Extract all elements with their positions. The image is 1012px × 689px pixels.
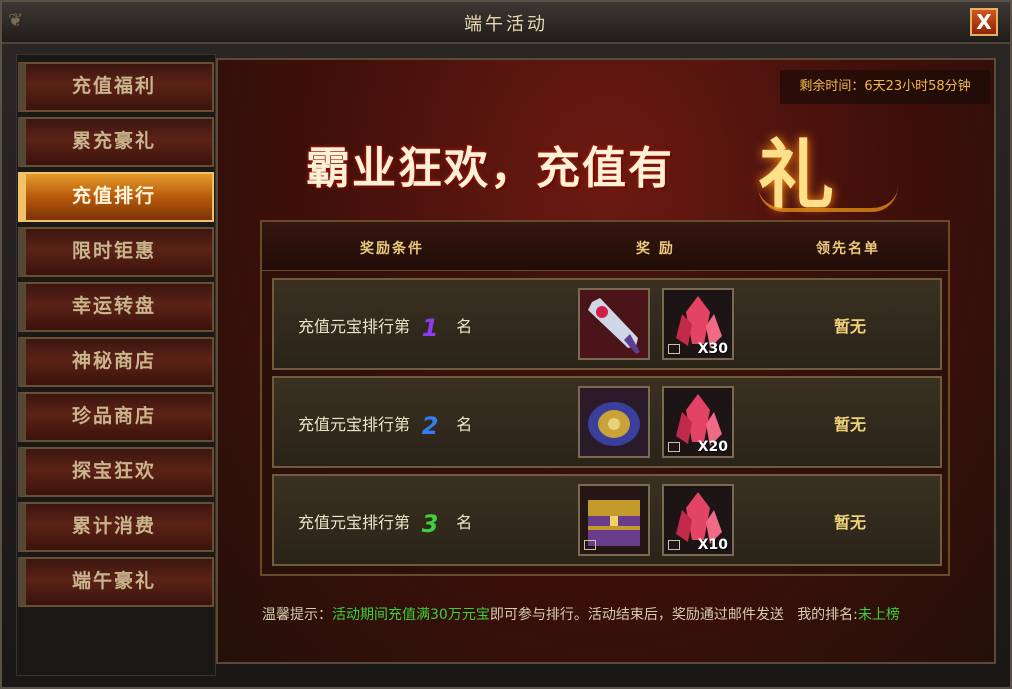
reward-condition: 充值元宝排行第 3 名 — [298, 509, 472, 538]
sidebar-item-label: 幸运转盘 — [72, 295, 157, 317]
sidebar-item-label: 充值排行 — [72, 185, 157, 207]
rank-number: 2 — [421, 411, 439, 440]
header-condition: 奖励条件 — [360, 241, 424, 257]
reward-slot[interactable]: X30 — [662, 288, 734, 360]
sidebar-item-limited-offer[interactable]: 限时钜惠 — [18, 227, 214, 277]
header-reward: 奖 励 — [636, 241, 675, 257]
event-banner: 霸业狂欢，充值有 礼 — [288, 120, 898, 220]
sidebar-item-dragon-boat-gift[interactable]: 端午豪礼 — [18, 557, 214, 607]
sidebar-item-label: 充值福利 — [72, 75, 157, 97]
condition-suffix: 名 — [456, 317, 473, 336]
reward-slot[interactable] — [578, 386, 650, 458]
sidebar-item-label: 珍品商店 — [72, 405, 157, 427]
reward-slot[interactable]: X10 — [662, 484, 734, 556]
banner-text: 霸业狂欢，充值有 — [306, 143, 674, 194]
reward-slot[interactable] — [578, 288, 650, 360]
reward-quantity: X30 — [697, 341, 728, 357]
condition-text: 充值元宝排行第 — [298, 513, 411, 532]
ranking-table: 奖励条件 奖 励 领先名单 充值元宝排行第 1 名 X30 暂无 充值元宝排行第… — [260, 220, 950, 576]
sword-icon — [580, 290, 648, 358]
close-button[interactable]: X — [970, 8, 998, 36]
event-window: ❦ 端午活动 X 充值福利 累充豪礼 充值排行 限时钜惠 幸运转盘 神秘商店 珍… — [0, 0, 1012, 689]
tip-prefix: 温馨提示： — [262, 607, 332, 623]
main-panel: 剩余时间：6天23小时58分钟 霸业狂欢，充值有 礼 奖励条件 奖 励 领先名单… — [216, 58, 996, 664]
tip-middle: 即可参与排行。活动结束后，奖励通过邮件发送 — [489, 607, 784, 623]
reward-slot[interactable] — [578, 484, 650, 556]
my-rank-value: 未上榜 — [857, 607, 900, 623]
sidebar-item-label: 累计消费 — [72, 515, 157, 537]
sidebar-item-recharge-welfare[interactable]: 充值福利 — [18, 62, 214, 112]
bound-lock-icon — [668, 344, 680, 354]
sidebar-item-treasure-hunt[interactable]: 探宝狂欢 — [18, 447, 214, 497]
sidebar-item-label: 累充豪礼 — [72, 130, 157, 152]
condition-suffix: 名 — [456, 415, 473, 434]
remaining-time: 剩余时间：6天23小时58分钟 — [780, 70, 990, 104]
window-title: 端午活动 — [464, 14, 548, 35]
reward-condition: 充值元宝排行第 1 名 — [298, 313, 472, 342]
reward-condition: 充值元宝排行第 2 名 — [298, 411, 472, 440]
bound-lock-icon — [668, 442, 680, 452]
bound-lock-icon — [584, 540, 596, 550]
sidebar-item-lucky-wheel[interactable]: 幸运转盘 — [18, 282, 214, 332]
sidebar-item-mystery-shop[interactable]: 神秘商店 — [18, 337, 214, 387]
table-row: 充值元宝排行第 1 名 X30 暂无 — [272, 278, 942, 370]
armor-icon — [580, 388, 648, 456]
sidebar-item-cumulative-spend[interactable]: 累计消费 — [18, 502, 214, 552]
tip-highlight: 活动期间充值满30万元宝 — [332, 607, 490, 623]
condition-text: 充值元宝排行第 — [298, 415, 411, 434]
rank-number: 1 — [421, 313, 439, 342]
sidebar-item-recharge-ranking[interactable]: 充值排行 — [18, 172, 214, 222]
table-row: 充值元宝排行第 2 名 X20 暂无 — [272, 376, 942, 468]
sidebar-item-label: 探宝狂欢 — [72, 460, 157, 482]
condition-text: 充值元宝排行第 — [298, 317, 411, 336]
sidebar-item-label: 神秘商店 — [72, 350, 157, 372]
footer-tip: 温馨提示：活动期间充值满30万元宝即可参与排行。活动结束后，奖励通过邮件发送 我… — [262, 604, 900, 624]
title-bar: ❦ 端午活动 X — [2, 2, 1010, 44]
reward-quantity: X10 — [697, 537, 728, 553]
reward-slot[interactable]: X20 — [662, 386, 734, 458]
sidebar-item-treasure-shop[interactable]: 珍品商店 — [18, 392, 214, 442]
table-row: 充值元宝排行第 3 名 X10 暂无 — [272, 474, 942, 566]
banner-swirl — [758, 186, 898, 212]
leader-name: 暂无 — [834, 317, 867, 336]
table-header: 奖励条件 奖 励 领先名单 — [262, 222, 948, 271]
sidebar-item-label: 端午豪礼 — [72, 570, 157, 592]
sidebar-item-label: 限时钜惠 — [72, 240, 157, 262]
condition-suffix: 名 — [456, 513, 473, 532]
bound-lock-icon — [668, 540, 680, 550]
leader-name: 暂无 — [834, 513, 867, 532]
sidebar-item-cumulative-recharge[interactable]: 累充豪礼 — [18, 117, 214, 167]
my-rank-label: 我的排名: — [797, 607, 858, 623]
reward-quantity: X20 — [697, 439, 728, 455]
leader-name: 暂无 — [834, 415, 867, 434]
rank-number: 3 — [421, 509, 439, 538]
header-leaders: 领先名单 — [816, 241, 880, 257]
